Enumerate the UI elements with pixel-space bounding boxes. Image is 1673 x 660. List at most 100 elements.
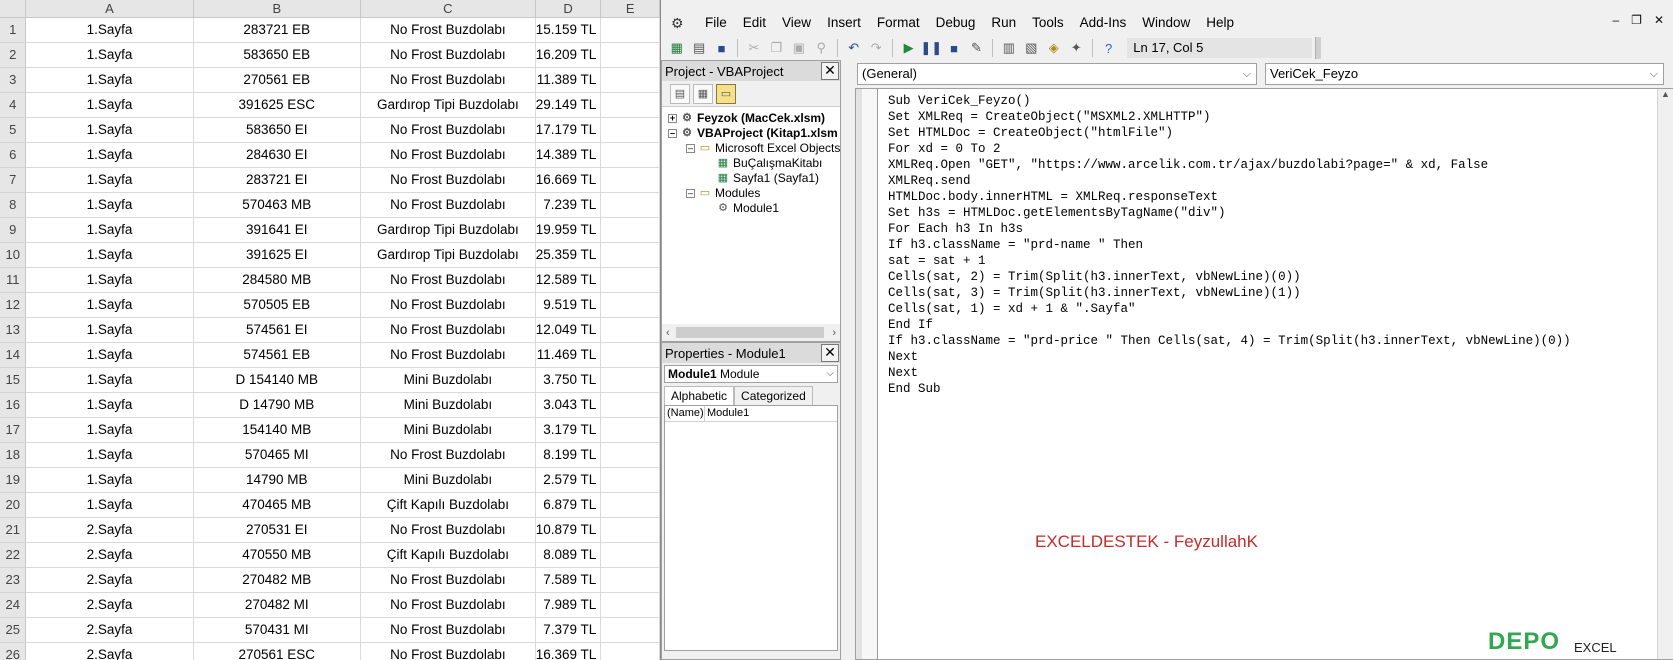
cell-d[interactable]: 11.389 TL	[535, 67, 602, 93]
code-line[interactable]: XMLReq.Open "GET", "https://www.arcelik.…	[888, 157, 1571, 173]
table-row[interactable]: 14 1.Sayfa 574561 EB No Frost Buzdolabı 11.4…	[0, 342, 660, 368]
collapse-icon[interactable]: –	[668, 129, 677, 138]
table-row[interactable]: 8 1.Sayfa 570463 MB No Frost Buzdolabı 7.239…	[0, 192, 660, 218]
code-line[interactable]: HTMLDoc.body.innerHTML = XMLReq.response…	[888, 189, 1571, 205]
view-code-icon[interactable]: ▤	[670, 83, 690, 104]
break-icon[interactable]: ❚❚	[920, 38, 942, 58]
cell-c[interactable]: No Frost Buzdolabı	[360, 167, 536, 193]
cell-c[interactable]: Gardırop Tipi Buzdolabı	[360, 92, 536, 118]
chevron-down-icon[interactable]: ⌵	[826, 366, 834, 382]
reset-icon[interactable]: ■	[944, 38, 963, 58]
cell-c[interactable]: No Frost Buzdolabı	[360, 642, 536, 660]
cell-d[interactable]: 16.669 TL	[535, 167, 602, 193]
cell-a[interactable]: 1.Sayfa	[25, 417, 194, 443]
cell-b[interactable]: 570505 EB	[193, 292, 361, 318]
code-line[interactable]: Cells(sat, 2) = Trim(Split(h3.innerText,…	[888, 269, 1571, 285]
table-row[interactable]: 2 1.Sayfa 583650 EB No Frost Buzdolabı 16.20…	[0, 42, 660, 68]
code-line[interactable]: Cells(sat, 3) = Trim(Split(h3.innerText,…	[888, 285, 1571, 301]
table-row[interactable]: 26 2.Sayfa 270561 ESC No Frost Buzdolabı 16.…	[0, 642, 660, 660]
cell-b[interactable]: 570465 MI	[193, 442, 361, 468]
cell-e[interactable]	[600, 42, 660, 68]
select-all-corner[interactable]	[0, 0, 27, 18]
cell-d[interactable]: 3.179 TL	[535, 417, 602, 443]
project-explorer-icon[interactable]: ▥	[999, 38, 1018, 58]
code-line[interactable]: Cells(sat, 1) = xd + 1 & ".Sayfa"	[888, 301, 1571, 317]
close-icon[interactable]: ✕	[821, 62, 839, 80]
cell-c[interactable]: Mini Buzdolabı	[360, 467, 536, 493]
cell-b[interactable]: 470465 MB	[193, 492, 361, 518]
table-row[interactable]: 24 2.Sayfa 270482 MI No Frost Buzdolabı 7.98…	[0, 592, 660, 618]
cell-d[interactable]: 7.379 TL	[535, 617, 602, 643]
code-line[interactable]: Set XMLReq = CreateObject("MSXML2.XMLHTT…	[888, 109, 1571, 125]
vbe-app-icon[interactable]: ⚙	[671, 15, 689, 31]
cell-b[interactable]: 283721 EB	[193, 17, 361, 43]
table-row[interactable]: 13 1.Sayfa 574561 EI No Frost Buzdolabı 12.0…	[0, 317, 660, 343]
cell-e[interactable]	[600, 242, 660, 268]
cell-c[interactable]: Mini Buzdolabı	[360, 367, 536, 393]
cell-a[interactable]: 2.Sayfa	[25, 592, 194, 618]
cell-d[interactable]: 15.159 TL	[535, 17, 602, 43]
expand-icon[interactable]: +	[668, 114, 677, 123]
cell-a[interactable]: 2.Sayfa	[25, 617, 194, 643]
cell-d[interactable]: 3.750 TL	[535, 367, 602, 393]
row-header[interactable]: 2	[0, 42, 27, 68]
menu-file[interactable]: File	[697, 12, 735, 34]
cell-b[interactable]: 14790 MB	[193, 467, 361, 493]
object-browser-icon[interactable]: ◈	[1044, 38, 1063, 58]
menu-window[interactable]: Window	[1134, 12, 1198, 34]
tree-node-modules[interactable]: – ▭ Modules	[686, 186, 760, 201]
property-row-name[interactable]: (Name) Module1	[665, 406, 837, 422]
table-row[interactable]: 20 1.Sayfa 470465 MB Çift Kapılı Buzdolabı 6…	[0, 492, 660, 518]
scroll-thumb[interactable]	[675, 327, 825, 338]
sheet-grid[interactable]: A B C D E 1 1.Sayfa 283721 EB No Frost Buzd…	[0, 0, 660, 660]
redo-icon[interactable]: ↷	[866, 38, 885, 58]
cell-a[interactable]: 2.Sayfa	[25, 542, 194, 568]
scroll-left-icon[interactable]: ‹	[666, 327, 670, 339]
cell-c[interactable]: Mini Buzdolabı	[360, 417, 536, 443]
cell-e[interactable]	[600, 142, 660, 168]
cell-c[interactable]: No Frost Buzdolabı	[360, 142, 536, 168]
cell-d[interactable]: 7.239 TL	[535, 192, 602, 218]
row-header[interactable]: 21	[0, 517, 27, 543]
cell-b[interactable]: 283721 EI	[193, 167, 361, 193]
row-header[interactable]: 15	[0, 367, 27, 393]
table-row[interactable]: 16 1.Sayfa D 14790 MB Mini Buzdolabı 3.043 T…	[0, 392, 660, 418]
scroll-right-icon[interactable]: ›	[832, 327, 836, 339]
view-excel-icon[interactable]: ▦	[667, 38, 686, 58]
cell-e[interactable]	[600, 92, 660, 118]
table-row[interactable]: 4 1.Sayfa 391625 ESC Gardırop Tipi Buzdolab…	[0, 92, 660, 118]
collapse-icon[interactable]: –	[686, 189, 695, 198]
minimize-icon[interactable]: –	[1612, 13, 1619, 27]
table-row[interactable]: 11 1.Sayfa 284580 MB No Frost Buzdolabı 12.5…	[0, 267, 660, 293]
row-header[interactable]: 20	[0, 492, 27, 518]
cell-a[interactable]: 1.Sayfa	[25, 167, 194, 193]
cell-e[interactable]	[600, 67, 660, 93]
cell-a[interactable]: 1.Sayfa	[25, 217, 194, 243]
cell-e[interactable]	[600, 217, 660, 243]
cell-a[interactable]: 1.Sayfa	[25, 42, 194, 68]
table-row[interactable]: 22 2.Sayfa 470550 MB Çift Kapılı Buzdolabı 8…	[0, 542, 660, 568]
table-row[interactable]: 15 1.Sayfa D 154140 MB Mini Buzdolabı 3.750 …	[0, 367, 660, 393]
row-header[interactable]: 18	[0, 442, 27, 468]
cell-a[interactable]: 1.Sayfa	[25, 342, 194, 368]
cell-e[interactable]	[600, 492, 660, 518]
cell-e[interactable]	[600, 292, 660, 318]
menu-view[interactable]: View	[774, 12, 819, 34]
tab-alphabetic[interactable]: Alphabetic	[664, 386, 735, 405]
cell-a[interactable]: 2.Sayfa	[25, 567, 194, 593]
cell-a[interactable]: 1.Sayfa	[25, 67, 194, 93]
cell-d[interactable]: 6.879 TL	[535, 492, 602, 518]
cell-c[interactable]: No Frost Buzdolabı	[360, 117, 536, 143]
row-header[interactable]: 6	[0, 142, 27, 168]
code-line[interactable]: Sub VeriCek_Feyzo()	[888, 93, 1571, 109]
cell-b[interactable]: 270531 EI	[193, 517, 361, 543]
cell-c[interactable]: Gardırop Tipi Buzdolabı	[360, 242, 536, 268]
cell-e[interactable]	[600, 192, 660, 218]
cell-c[interactable]: No Frost Buzdolabı	[360, 42, 536, 68]
tree-node-module1[interactable]: ⚙ Module1	[716, 201, 779, 216]
cell-c[interactable]: No Frost Buzdolabı	[360, 267, 536, 293]
table-row[interactable]: 17 1.Sayfa 154140 MB Mini Buzdolabı 3.179 TL	[0, 417, 660, 443]
cell-b[interactable]: 270482 MI	[193, 592, 361, 618]
cell-a[interactable]: 1.Sayfa	[25, 442, 194, 468]
cell-b[interactable]: 574561 EI	[193, 317, 361, 343]
